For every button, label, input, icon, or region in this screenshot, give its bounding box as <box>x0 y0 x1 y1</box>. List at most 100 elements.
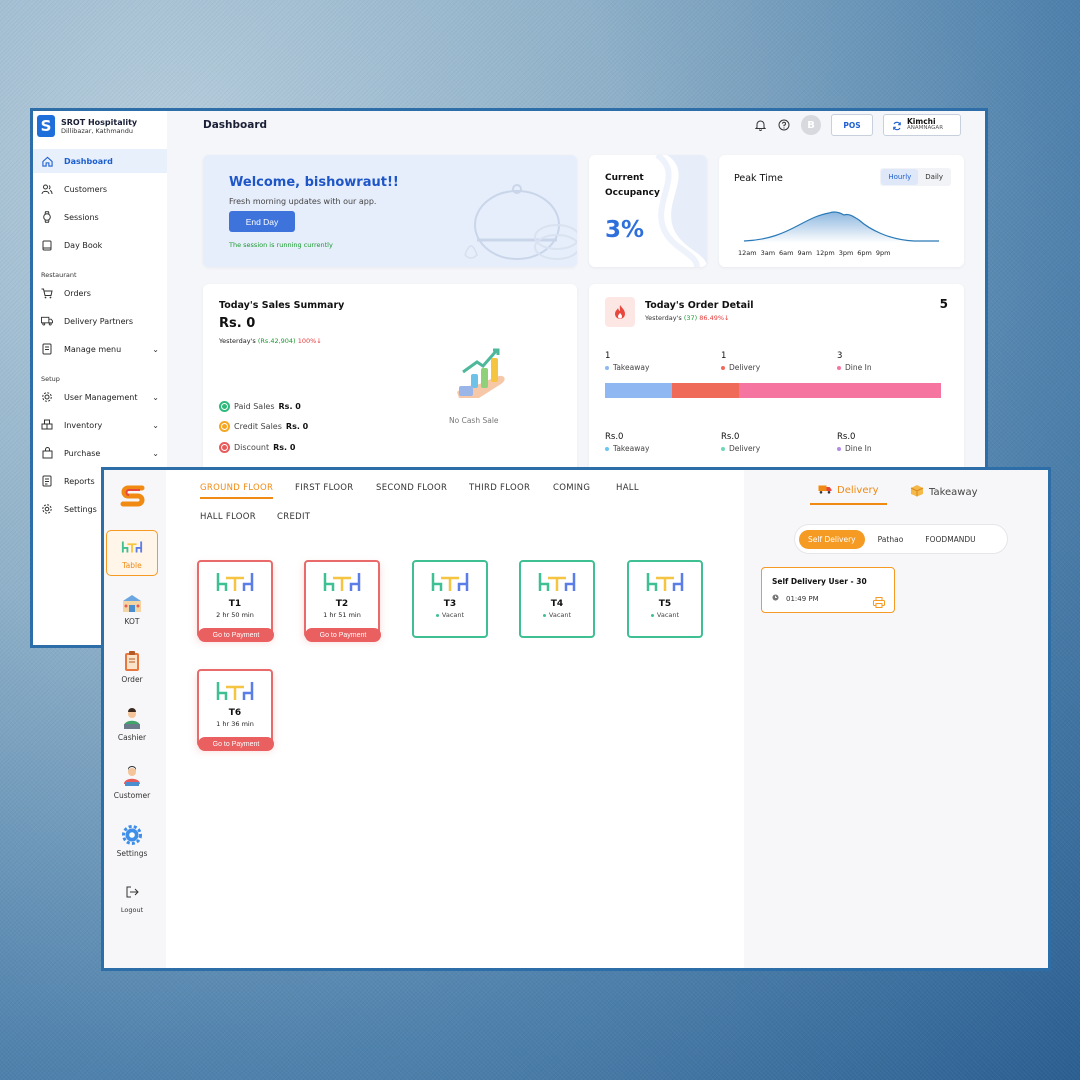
cloche-illustration <box>464 184 577 260</box>
chevron-down-icon[interactable]: ⌄ <box>152 449 159 458</box>
sidebar-item-delivery-partners[interactable]: Delivery Partners <box>33 309 167 333</box>
report-icon <box>41 475 53 487</box>
end-day-button[interactable]: End Day <box>229 211 295 232</box>
count-value: 1 <box>605 351 611 361</box>
tick-label: 9pm <box>875 249 891 257</box>
table-card-t4[interactable]: T4 Vacant <box>519 560 595 638</box>
amount-label: Takeaway <box>605 444 715 453</box>
pos-nav-cashier[interactable]: Cashier <box>106 702 158 748</box>
order-detail-title: Today's Order Detail <box>645 300 754 311</box>
amount-value: Rs.0 <box>721 432 740 442</box>
tab-second-floor[interactable]: SECOND FLOOR <box>376 483 447 497</box>
go-to-payment-button[interactable]: Go to Payment <box>198 628 274 642</box>
pos-nav-logout[interactable]: Logout <box>106 874 158 920</box>
source-pathao[interactable]: Pathao <box>869 530 913 549</box>
sidebar-item-label: User Management <box>64 392 138 402</box>
go-to-payment-button[interactable]: Go to Payment <box>198 737 274 751</box>
table-card-t3[interactable]: T3 Vacant <box>412 560 488 638</box>
table-card-t1[interactable]: T1 2 hr 50 min Go to Payment <box>197 560 274 642</box>
tab-third-floor[interactable]: THIRD FLOOR <box>469 483 530 497</box>
package-icon <box>910 484 924 500</box>
pos-nav-kot[interactable]: KOT <box>106 586 158 632</box>
pos-nav-settings[interactable]: Settings <box>106 818 158 864</box>
sidebar-item-sessions[interactable]: Sessions <box>33 205 167 229</box>
table-card-t6[interactable]: T6 1 hr 36 min Go to Payment <box>197 669 274 751</box>
delivery-order-time: 01:49 PM <box>772 594 819 603</box>
tick-label: 12pm <box>815 249 835 257</box>
sidebar-item-label: Delivery Partners <box>64 316 133 326</box>
chevron-down-icon[interactable]: ⌄ <box>152 421 159 430</box>
sidebar-item-inventory[interactable]: Inventory ⌄ <box>33 413 167 437</box>
table-status: Vacant <box>650 611 679 619</box>
tick-label: 9am <box>797 249 812 257</box>
tab-delivery[interactable]: Delivery <box>810 484 887 505</box>
pos-nav-order[interactable]: Order <box>106 644 158 690</box>
source-self-delivery[interactable]: Self Delivery <box>799 529 865 549</box>
sidebar-item-day-book[interactable]: Day Book <box>33 233 167 257</box>
table-name: T4 <box>550 599 564 609</box>
table-card-t5[interactable]: T5 Vacant <box>627 560 703 638</box>
dine-in-amount: Rs.0 Dine In <box>837 432 947 453</box>
boxes-icon <box>41 419 53 431</box>
table-card-t2[interactable]: T2 1 hr 51 min Go to Payment <box>304 560 381 642</box>
tab-coming[interactable]: COMING <box>553 483 590 497</box>
tick-label: 3pm <box>838 249 854 257</box>
table-icon <box>646 573 684 591</box>
delivery-order-card[interactable]: Self Delivery User - 30 01:49 PM <box>761 567 895 613</box>
bell-icon[interactable] <box>753 118 767 132</box>
sidebar-item-label: Orders <box>64 288 91 298</box>
pos-button[interactable]: POS <box>831 114 873 136</box>
sidebar-item-manage-menu[interactable]: Manage menu ⌄ <box>33 337 167 361</box>
brand[interactable]: S SROT Hospitality Dillibazar, Kathmandu <box>37 115 137 137</box>
sales-yesterday: Yesterday's (Rs.42,904) 100%↓ <box>219 337 322 345</box>
status-label: Vacant <box>441 611 465 619</box>
label-text: Dine In <box>845 444 872 453</box>
pos-nav-customer[interactable]: Customer <box>106 760 158 806</box>
row-label: Paid Sales <box>234 402 275 411</box>
welcome-card: Welcome, bishowraut!! Fresh morning upda… <box>203 155 577 267</box>
tab-hall[interactable]: HALL <box>616 483 639 497</box>
table-status: Vacant <box>542 611 572 619</box>
help-icon[interactable] <box>777 118 791 132</box>
tab-first-floor[interactable]: FIRST FLOOR <box>295 483 354 497</box>
avatar[interactable]: B <box>801 115 821 135</box>
brand-name: SROT Hospitality <box>61 117 138 127</box>
row-label: Credit Sales <box>234 422 282 431</box>
branch-switcher[interactable]: Kimchi ANAMNAGAR <box>883 114 961 136</box>
tick-label: 6pm <box>857 249 872 257</box>
clipboard-icon <box>121 650 143 672</box>
tab-takeaway[interactable]: Takeaway <box>910 484 978 506</box>
sidebar-item-customers[interactable]: Customers <box>33 177 167 201</box>
printer-icon[interactable] <box>873 593 885 608</box>
pos-nav-table[interactable]: Table <box>106 530 158 576</box>
status-label: Vacant <box>548 611 572 619</box>
order-distribution-bar <box>605 383 941 398</box>
status-dot-icon <box>219 421 230 432</box>
toggle-hourly[interactable]: Hourly <box>881 169 919 185</box>
sidebar-item-user-management[interactable]: User Management ⌄ <box>33 385 167 409</box>
sidebar-item-orders[interactable]: Orders <box>33 281 167 305</box>
sidebar-item-label: Reports <box>64 476 95 486</box>
branch-name: Kimchi <box>907 116 936 126</box>
label-text: Delivery <box>729 444 761 453</box>
book-icon <box>41 239 53 251</box>
pos-logo[interactable] <box>120 484 146 512</box>
status-dot-icon <box>219 401 230 412</box>
branch-area: ANAMNAGAR <box>907 125 944 132</box>
source-foodmandu[interactable]: FOODMANDU <box>916 530 984 549</box>
tab-credit[interactable]: CREDIT <box>277 512 310 526</box>
sidebar-item-purchase[interactable]: Purchase ⌄ <box>33 441 167 465</box>
tab-ground-floor[interactable]: GROUND FLOOR <box>200 483 274 499</box>
chevron-down-icon[interactable]: ⌄ <box>152 345 159 354</box>
go-to-payment-button[interactable]: Go to Payment <box>305 628 381 642</box>
sidebar-item-dashboard[interactable]: Dashboard <box>33 149 167 173</box>
brand-logo: S <box>37 115 55 137</box>
sidebar-item-label: Customers <box>64 184 108 194</box>
nav-label: Order <box>121 675 143 684</box>
welcome-subtitle: Fresh morning updates with our app. <box>229 197 377 206</box>
chevron-down-icon[interactable]: ⌄ <box>152 393 159 402</box>
delivery-count: 1 Delivery <box>721 351 831 372</box>
toggle-daily[interactable]: Daily <box>918 169 950 185</box>
count-label: Dine In <box>837 363 947 372</box>
tab-hall-floor[interactable]: HALL FLOOR <box>200 512 256 526</box>
